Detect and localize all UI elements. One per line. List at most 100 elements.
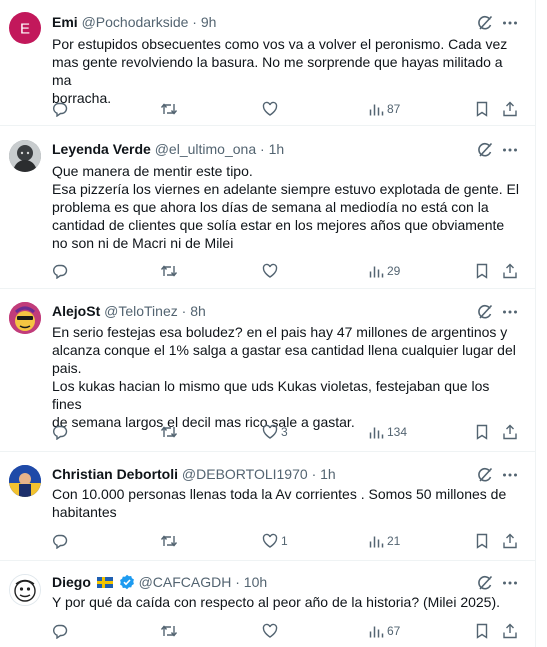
display-name[interactable]: Leyenda Verde: [52, 141, 151, 157]
reply-button[interactable]: [52, 262, 71, 280]
bookmark-icon[interactable]: [474, 262, 490, 280]
analytics-icon: [369, 626, 384, 638]
grok-icon[interactable]: [477, 15, 493, 31]
tweet-text-line: Los kukas hacian lo mismo que uds Kukas …: [52, 378, 490, 412]
share-icon[interactable]: [502, 262, 518, 280]
avatar[interactable]: [9, 140, 41, 172]
reply-button[interactable]: [52, 100, 71, 118]
heart-icon: [262, 623, 278, 638]
more-options-icon[interactable]: [501, 466, 519, 484]
timestamp[interactable]: 10h: [244, 574, 267, 590]
timestamp[interactable]: 1h: [320, 466, 336, 482]
view-count: 29: [387, 264, 401, 278]
repost-button[interactable]: [160, 532, 181, 550]
share-icon[interactable]: [502, 100, 518, 118]
separator-dot: ·: [192, 14, 197, 30]
user-handle[interactable]: @DEBORTOLI1970: [182, 466, 308, 482]
repost-button[interactable]: [160, 262, 181, 280]
views-button[interactable]: 21: [368, 532, 400, 550]
display-name[interactable]: Emi: [52, 14, 78, 30]
bookmark-icon[interactable]: [474, 100, 490, 118]
repost-icon: [160, 535, 178, 547]
analytics-icon: [369, 104, 384, 116]
separator-dot: ·: [311, 466, 317, 482]
tweet-actions: 67: [52, 622, 522, 640]
grok-icon[interactable]: [477, 575, 493, 591]
share-icon[interactable]: [502, 622, 518, 640]
separator-dot: ·: [181, 303, 187, 319]
like-button[interactable]: 1: [262, 532, 288, 550]
analytics-icon: [369, 427, 384, 439]
bookmark-icon[interactable]: [474, 622, 490, 640]
share-icon[interactable]: [502, 423, 518, 441]
tweet[interactable]: E Emi @Pochodarkside · 9h Por estupidos …: [0, 0, 535, 126]
more-options-icon[interactable]: [501, 14, 519, 32]
reply-icon: [53, 425, 68, 440]
tweet-actions: 87: [52, 100, 522, 118]
verified-badge-icon[interactable]: [119, 574, 135, 592]
user-handle[interactable]: @el_ultimo_ona: [155, 141, 256, 157]
tweet-text-line: En serio festejas esa boludez? en el pai…: [52, 324, 508, 340]
views-button[interactable]: 87: [368, 100, 400, 118]
like-button[interactable]: 3: [262, 423, 288, 441]
grok-icon[interactable]: [477, 467, 493, 483]
tweet-text-line: habitantes: [52, 504, 117, 520]
repost-icon: [160, 103, 178, 115]
like-count: 3: [281, 425, 288, 439]
timestamp[interactable]: 8h: [190, 303, 206, 319]
avatar[interactable]: [9, 574, 41, 606]
portrait-photo-icon: [9, 140, 41, 172]
repost-button[interactable]: [160, 423, 181, 441]
display-name[interactable]: AlejoSt: [52, 303, 100, 319]
tweet-header: Emi @Pochodarkside · 9h: [52, 12, 475, 32]
display-name[interactable]: Christian Debortoli: [52, 466, 178, 482]
tweet[interactable]: Christian Debortoli @DEBORTOLI1970 · 1h …: [0, 452, 535, 561]
tweet-actions: 3 134: [52, 423, 522, 441]
avatar[interactable]: E: [9, 12, 41, 44]
user-handle[interactable]: @Pochodarkside: [82, 14, 189, 30]
share-icon[interactable]: [502, 532, 518, 550]
grok-icon[interactable]: [477, 304, 493, 320]
reply-button[interactable]: [52, 423, 71, 441]
like-button[interactable]: [262, 100, 281, 118]
reply-button[interactable]: [52, 532, 71, 550]
timestamp[interactable]: 9h: [201, 14, 217, 30]
like-button[interactable]: [262, 262, 281, 280]
tweet-header: Christian Debortoli @DEBORTOLI1970 · 1h: [52, 464, 475, 484]
tweet[interactable]: Diego @CAFCAGDH · 10h Y por qué da caída…: [0, 561, 535, 647]
user-handle[interactable]: @CAFCAGDH: [139, 574, 232, 590]
more-options-icon[interactable]: [501, 574, 519, 592]
repost-button[interactable]: [160, 100, 181, 118]
reply-icon: [53, 624, 68, 639]
avatar[interactable]: [9, 465, 41, 497]
tweet-text: Por estupidos obsecuentes como vos va a …: [52, 35, 519, 107]
reply-icon: [53, 264, 68, 279]
display-name[interactable]: Diego: [52, 574, 91, 590]
more-options-icon[interactable]: [501, 141, 519, 159]
separator-dot: ·: [260, 141, 265, 157]
column-divider: [535, 0, 536, 647]
heart-icon: [262, 101, 278, 116]
repost-button[interactable]: [160, 622, 181, 640]
reply-icon: [53, 534, 68, 549]
bookmark-icon[interactable]: [474, 532, 490, 550]
tweet-text: En serio festejas esa boludez? en el pai…: [52, 323, 519, 431]
grok-icon[interactable]: [477, 142, 493, 158]
views-button[interactable]: 67: [368, 622, 400, 640]
bookmark-icon[interactable]: [474, 423, 490, 441]
tweet[interactable]: AlejoSt @TeloTinez · 8h En serio festeja…: [0, 289, 535, 452]
more-options-icon[interactable]: [501, 303, 519, 321]
heart-icon: [262, 533, 278, 548]
timestamp[interactable]: 1h: [269, 141, 285, 157]
tweet-text: Con 10.000 personas llenas toda la Av co…: [52, 485, 519, 521]
avatar[interactable]: [9, 302, 41, 334]
reply-button[interactable]: [52, 622, 71, 640]
views-button[interactable]: 134: [368, 423, 407, 441]
views-button[interactable]: 29: [368, 262, 400, 280]
like-button[interactable]: [262, 622, 281, 640]
user-handle[interactable]: @TeloTinez: [104, 303, 178, 319]
repost-icon: [160, 426, 178, 438]
tweet-text-line: alcanza conque el 1% salga a gastar esa …: [52, 342, 516, 358]
avatar-letter: E: [20, 21, 30, 38]
tweet[interactable]: Leyenda Verde @el_ultimo_ona · 1h Que ma…: [0, 126, 535, 289]
